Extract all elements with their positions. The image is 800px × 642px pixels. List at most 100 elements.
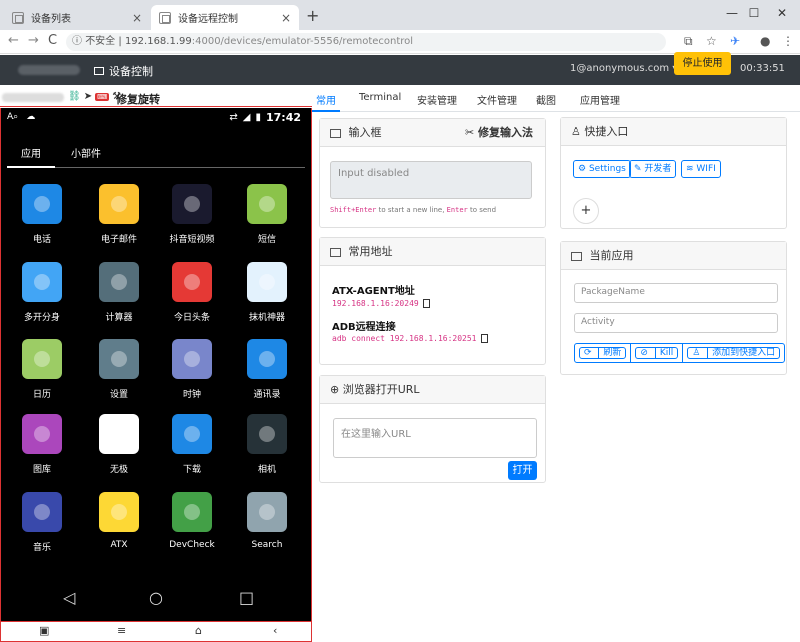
close-tab-icon[interactable]: × bbox=[132, 11, 142, 25]
app-item[interactable]: 计算器 bbox=[84, 262, 154, 323]
copy-icon[interactable] bbox=[422, 299, 430, 308]
input-method-icon: A⌕ bbox=[7, 112, 19, 122]
tab-terminal[interactable]: Terminal bbox=[359, 92, 401, 103]
device-screen[interactable]: A⌕ ☁ ⇄ ◢ ▮ 17:42 应用 小部件 电话 电子邮件 抖音短视频 短信 多开分… bbox=[0, 108, 312, 622]
screenshot-icon[interactable]: ▣ bbox=[39, 624, 49, 637]
copy-icon[interactable] bbox=[480, 334, 488, 343]
new-tab-button[interactable]: + bbox=[306, 6, 319, 25]
data-icon: ⇄ bbox=[229, 112, 238, 123]
address-bar[interactable]: ⓘ 不安全 | 192.168.1.99:4000/devices/emulat… bbox=[66, 33, 666, 51]
tab-app-manager[interactable]: 应用管理 bbox=[580, 92, 620, 107]
refresh-button[interactable]: ⟳ 刷新 bbox=[574, 343, 632, 363]
tab-screenshot[interactable]: 截图 bbox=[536, 92, 556, 107]
nav-title-label: 设备控制 bbox=[109, 65, 153, 78]
shortcut-wifi-button[interactable]: ≋ WIFI bbox=[681, 160, 721, 178]
tab-indicator bbox=[7, 166, 55, 168]
app-item[interactable]: 通讯录 bbox=[232, 339, 302, 400]
fix-ime-button[interactable]: ✂ 修复输入法 bbox=[465, 119, 533, 147]
app-item[interactable]: 抖音短视频 bbox=[157, 184, 227, 245]
atx-agent-address: 192.168.1.16:20249 bbox=[332, 299, 430, 308]
package-name-input[interactable]: PackageName bbox=[574, 283, 778, 303]
app-item[interactable]: 图库 bbox=[7, 414, 77, 475]
fix-rotation-button[interactable]: 修复旋转 bbox=[116, 91, 160, 107]
home-button[interactable]: ○ bbox=[149, 588, 163, 607]
app-label: DevCheck bbox=[169, 540, 215, 550]
close-tab-icon[interactable]: × bbox=[281, 11, 291, 25]
tab-install[interactable]: 安装管理 bbox=[417, 92, 457, 107]
tab-files[interactable]: 文件管理 bbox=[477, 92, 517, 107]
browser-menu-icon[interactable]: ⋮ bbox=[782, 34, 794, 48]
tab-apps[interactable]: 应用 bbox=[21, 145, 41, 160]
user-dropdown[interactable]: 1@anonymous.com ▾ bbox=[570, 63, 677, 74]
app-item[interactable]: ATX bbox=[84, 492, 154, 550]
app-item[interactable]: Search bbox=[232, 492, 302, 550]
app-item[interactable]: DevCheck bbox=[157, 492, 227, 550]
browser-toolbar: ← → C ⓘ 不安全 | 192.168.1.99:4000/devices/… bbox=[0, 30, 800, 54]
tab-common[interactable]: 常用 bbox=[316, 92, 336, 107]
add-shortcut-button[interactable]: + bbox=[573, 198, 599, 224]
profile-avatar-icon[interactable]: ● bbox=[760, 34, 770, 48]
tools-icon: ✂ bbox=[464, 126, 478, 139]
add-to-shortcut-button[interactable]: ♙ 添加到快捷入口 bbox=[682, 343, 786, 363]
open-url-button[interactable]: 打开 bbox=[508, 461, 537, 480]
browser-tab-remote-control[interactable]: 设备远程控制 × bbox=[151, 5, 299, 30]
forward-arrow-icon[interactable]: → bbox=[28, 33, 39, 48]
translate-icon[interactable]: ⧉ bbox=[684, 34, 693, 49]
extension-icon[interactable]: ✈ bbox=[730, 34, 740, 48]
stop-using-button[interactable]: 停止使用 bbox=[674, 52, 731, 75]
app-item[interactable]: 多开分身 bbox=[7, 262, 77, 323]
app-item[interactable]: 今日头条 bbox=[157, 262, 227, 323]
app-label: 图库 bbox=[32, 465, 51, 475]
settings-icon bbox=[99, 339, 139, 379]
app-item[interactable]: 日历 bbox=[7, 339, 77, 400]
keyboard-icon[interactable]: ⌨ bbox=[95, 92, 110, 101]
app-item[interactable]: 音乐 bbox=[7, 492, 77, 553]
activity-input[interactable]: Activity bbox=[574, 313, 778, 333]
app-item[interactable]: 设置 bbox=[84, 339, 154, 400]
status-time: 17:42 bbox=[265, 111, 301, 124]
app-item[interactable]: 无极 bbox=[84, 414, 154, 475]
id-card-icon bbox=[330, 247, 341, 257]
tab-widgets[interactable]: 小部件 bbox=[71, 145, 101, 160]
kill-button[interactable]: ⊘ Kill bbox=[630, 343, 684, 363]
home-icon[interactable]: ⌂ bbox=[195, 624, 202, 637]
app-label: 多开分身 bbox=[23, 313, 60, 323]
link-icon[interactable]: ⛓ bbox=[68, 91, 81, 102]
bookmark-star-icon[interactable]: ☆ bbox=[706, 34, 717, 48]
reload-icon[interactable]: C bbox=[48, 33, 57, 48]
app-item[interactable]: 抹机神器 bbox=[232, 262, 302, 323]
cursor-icon[interactable]: ➤ bbox=[84, 91, 92, 102]
shortcut-developer-button[interactable]: ✎ 开发者 bbox=[629, 160, 677, 178]
globe-icon: ⊕ bbox=[330, 383, 343, 396]
app-label: 下载 bbox=[182, 465, 201, 475]
back-button[interactable]: ◁ bbox=[63, 588, 75, 607]
app-item[interactable]: 时钟 bbox=[157, 339, 227, 400]
shortcut-settings-button[interactable]: ⚙ Settings bbox=[573, 160, 631, 178]
input-textarea[interactable]: Input disabled bbox=[330, 161, 532, 199]
toutiao-icon bbox=[172, 262, 212, 302]
app-item[interactable]: 相机 bbox=[232, 414, 302, 475]
back-arrow-icon[interactable]: ← bbox=[8, 33, 19, 48]
page-icon bbox=[12, 11, 24, 24]
back-icon[interactable]: ‹ bbox=[273, 624, 277, 637]
info-icon: ⓘ bbox=[72, 36, 82, 47]
app-item[interactable]: 下载 bbox=[157, 414, 227, 475]
recents-button[interactable]: □ bbox=[239, 588, 254, 607]
refresh-icon: ⟳ bbox=[579, 347, 600, 359]
app-item[interactable]: 短信 bbox=[232, 184, 302, 245]
brand-logo-blurred[interactable] bbox=[18, 65, 80, 75]
close-window-button[interactable]: ✕ bbox=[760, 0, 800, 28]
shortcut-card: ♙ 快捷入口 ⚙ Settings ✎ 开发者 ≋ WIFI + bbox=[560, 117, 787, 229]
app-item[interactable]: 电话 bbox=[7, 184, 77, 245]
browser-tab-device-list[interactable]: 设备列表 × bbox=[4, 5, 150, 30]
url-input[interactable]: 在这里输入URL bbox=[333, 418, 537, 458]
app-item[interactable]: 电子邮件 bbox=[84, 184, 154, 245]
tab-divider bbox=[55, 167, 305, 168]
card-header: ♙ 快捷入口 bbox=[561, 118, 786, 146]
wrench-icon: ✎ bbox=[634, 164, 645, 174]
address-path: :4000/devices/emulator-5556/remotecontro… bbox=[191, 36, 414, 47]
atx-icon bbox=[99, 492, 139, 532]
walking-icon: ♙ bbox=[571, 125, 585, 138]
nav-device-control[interactable]: 设备控制 bbox=[94, 63, 153, 79]
menu-icon[interactable]: ≡ bbox=[117, 624, 126, 637]
